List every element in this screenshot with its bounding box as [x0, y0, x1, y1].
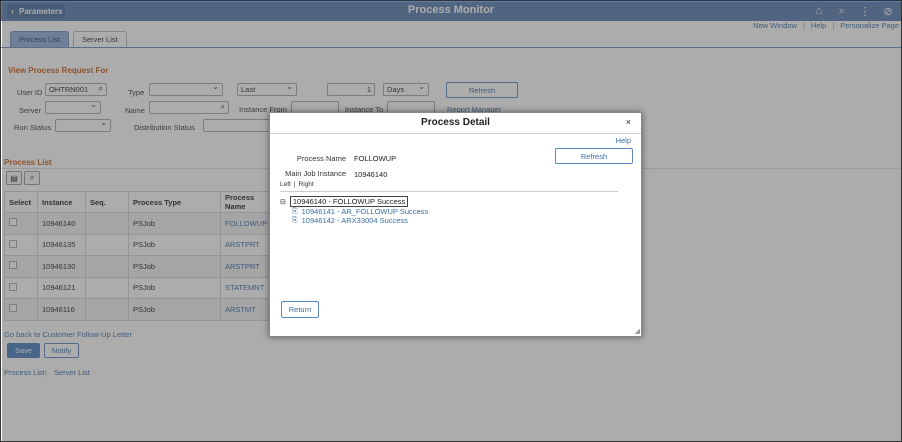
- tree-root-label[interactable]: 10946140 - FOLLOWUP Success: [289, 196, 409, 207]
- job-item-icon: ⎘: [292, 207, 298, 215]
- app-window: ‹ Parameters Process Monitor ⌂ ⌕ ⋮ ⊘ New…: [0, 0, 902, 442]
- dialog-refresh-button[interactable]: Refresh: [555, 148, 633, 164]
- tree-child-node[interactable]: ⎘ 10946141 - AR_FOLLOWUP Success: [292, 207, 428, 216]
- main-job-instance-label: Main Job Instance: [285, 169, 346, 178]
- separator: |: [293, 181, 296, 188]
- right-link[interactable]: Right: [299, 181, 314, 188]
- dialog-divider: [280, 191, 618, 192]
- tree-child-label[interactable]: 10946142 - ARX33004 Success: [302, 216, 408, 225]
- tree-child-node[interactable]: ⎘ 10946142 - ARX33004 Success: [292, 216, 428, 225]
- process-name-value: FOLLOWUP: [354, 154, 397, 163]
- job-item-icon: ⎘: [292, 216, 298, 224]
- dialog-help-link[interactable]: Help: [616, 136, 631, 145]
- dialog-title-divider: [270, 133, 641, 134]
- job-tree: ⊟ 10946140 - FOLLOWUP Success ⎘ 10946141…: [280, 196, 428, 225]
- close-icon[interactable]: ×: [626, 117, 631, 127]
- left-right-toggle: Left | Right: [280, 181, 314, 188]
- tree-root-node[interactable]: ⊟ 10946140 - FOLLOWUP Success: [280, 196, 428, 207]
- return-button[interactable]: Return: [281, 301, 319, 318]
- process-name-label: Process Name: [296, 154, 346, 163]
- main-job-instance-value: 10946140: [354, 170, 388, 179]
- tree-child-label[interactable]: 10946141 - AR_FOLLOWUP Success: [302, 207, 429, 216]
- left-link[interactable]: Left: [280, 181, 291, 188]
- process-detail-dialog: Process Detail × Help Process Name FOLLO…: [269, 112, 642, 337]
- dialog-title: Process Detail: [421, 117, 490, 128]
- collapse-icon[interactable]: ⊟: [280, 198, 286, 206]
- resize-grip-icon[interactable]: ◢: [635, 327, 640, 335]
